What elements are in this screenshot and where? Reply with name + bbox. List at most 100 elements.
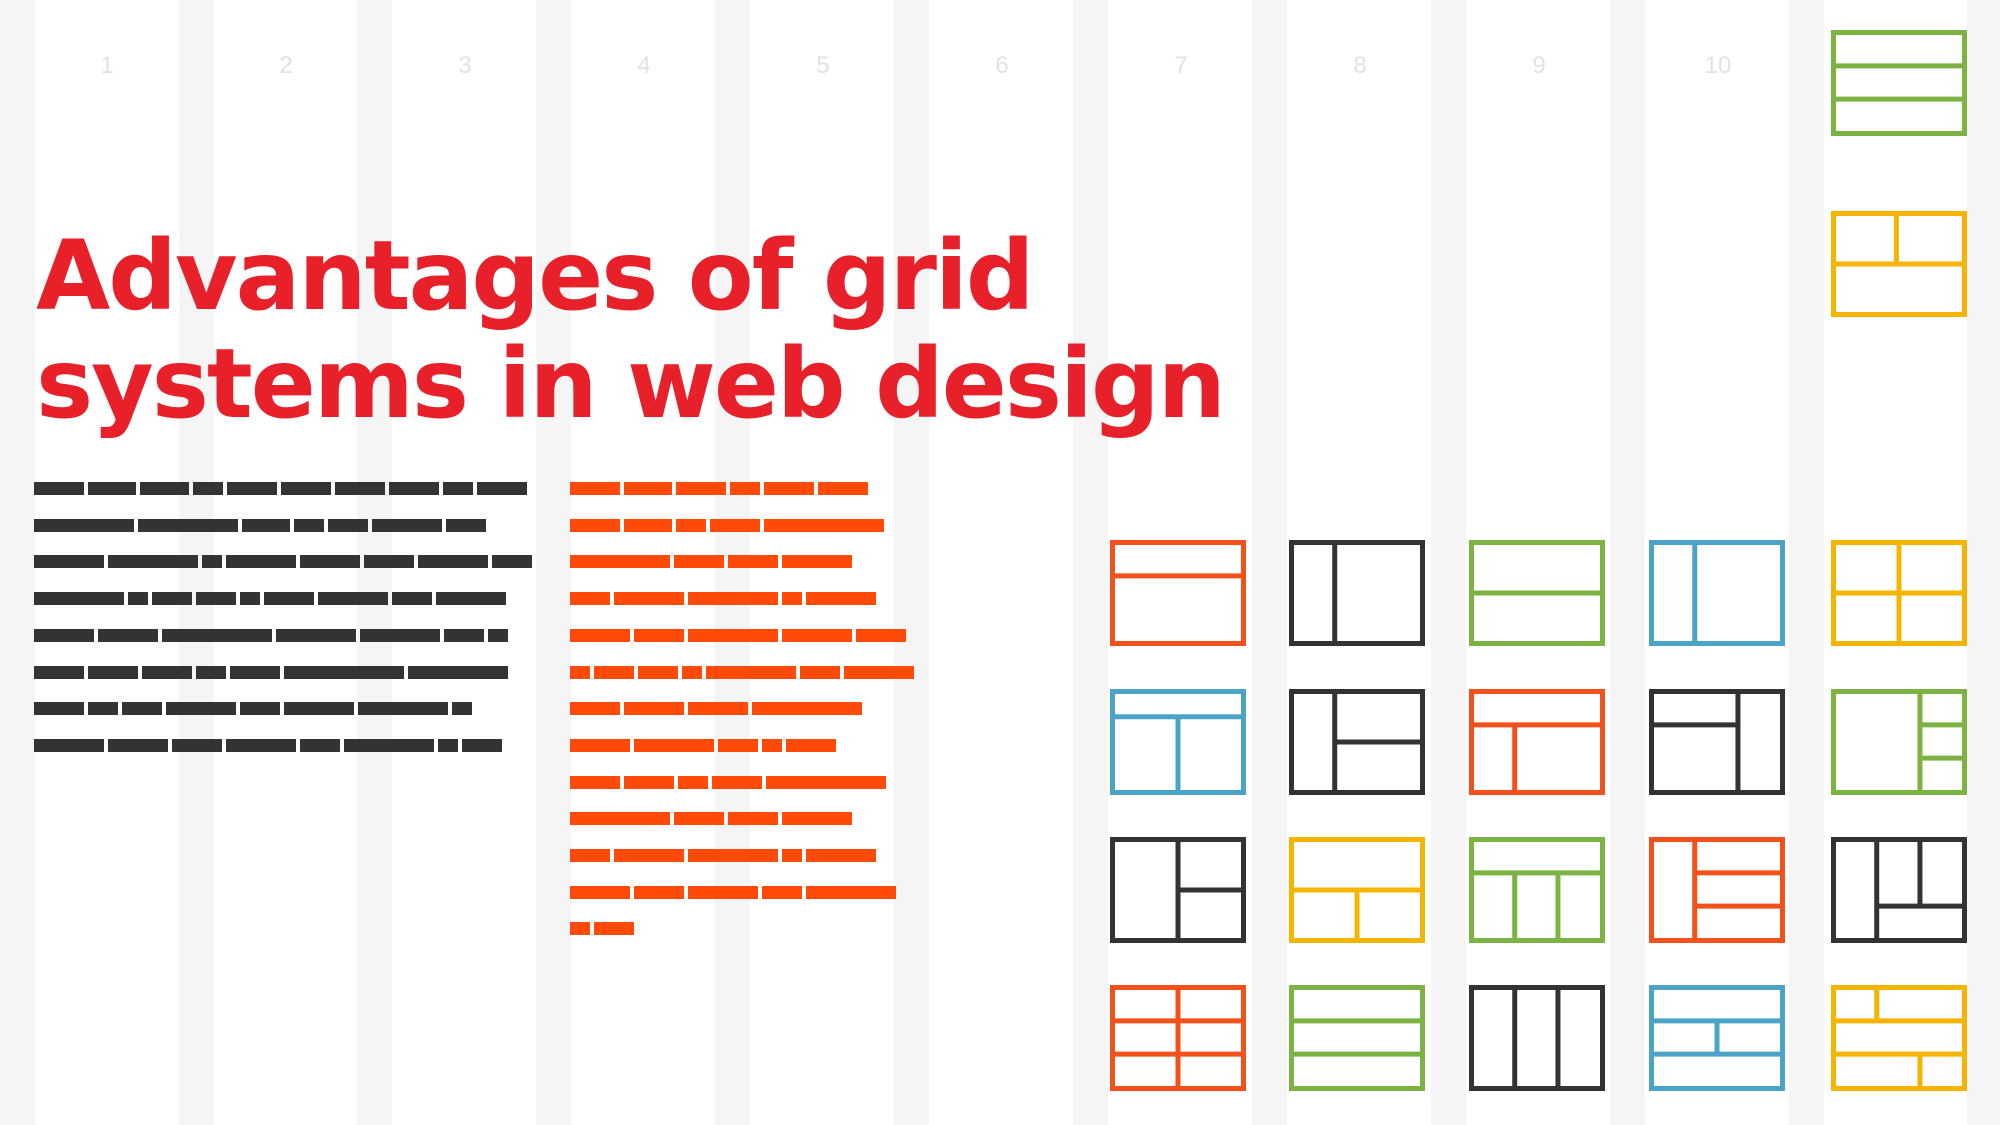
text-bar (344, 738, 434, 752)
text-bar (230, 665, 280, 679)
text-bar (34, 702, 84, 716)
text-bar (570, 738, 630, 752)
right-sidebar-stack-layout-icon (1831, 689, 1967, 795)
text-bar (624, 482, 672, 495)
text-bar (162, 628, 272, 642)
text-bar (108, 555, 198, 569)
text-bar (122, 702, 162, 716)
text-bar (570, 885, 630, 899)
text-bar (688, 849, 778, 862)
text-bar (570, 922, 590, 936)
text-bar (138, 518, 238, 532)
text-bar (364, 555, 414, 569)
three-rows-layout-icon (1289, 985, 1425, 1091)
text-bar (634, 738, 714, 752)
text-bar (674, 555, 724, 569)
column-gutter (1610, 0, 1645, 1125)
text-bar (392, 592, 432, 606)
text-bar (594, 665, 634, 679)
text-bar (242, 518, 290, 532)
text-bar (443, 482, 473, 495)
text-bar (782, 849, 802, 862)
text-bar (284, 665, 404, 679)
text-bar (240, 592, 260, 606)
text-bar (782, 592, 802, 606)
text-bar (140, 482, 189, 495)
text-bar (782, 628, 852, 642)
text-bar (728, 812, 778, 826)
three-rows-layout-icon (1831, 30, 1967, 136)
text-bar (318, 592, 388, 606)
text-bar (806, 885, 896, 899)
text-bar (764, 518, 884, 532)
column-gutter (1431, 0, 1466, 1125)
text-bar (782, 555, 852, 569)
text-bar (766, 775, 886, 789)
text-bar (389, 482, 439, 495)
page-title: Advantages of grid systems in web design (36, 222, 1226, 438)
column-gutter (1967, 0, 2000, 1125)
text-bar (800, 665, 840, 679)
column-number: 2 (279, 52, 293, 79)
text-bar (624, 775, 674, 789)
column-number: 9 (1532, 52, 1546, 79)
text-bar (710, 518, 760, 532)
text-bar (446, 518, 486, 532)
text-bar (227, 482, 277, 495)
text-bar (98, 628, 158, 642)
column-gutter (1252, 0, 1287, 1125)
text-bar (281, 482, 331, 495)
text-bar (676, 518, 706, 532)
text-bar (34, 555, 104, 569)
text-bar (226, 738, 296, 752)
split-left-sidebar-layout-icon (1649, 689, 1785, 795)
text-bar (226, 555, 296, 569)
text-bar (728, 555, 778, 569)
text-bar (786, 738, 836, 752)
column-gutter (1789, 0, 1824, 1125)
text-bar (688, 702, 748, 716)
text-bar (438, 738, 458, 752)
column-gutter (536, 0, 571, 1125)
column-gutter (1073, 0, 1108, 1125)
text-bar (570, 555, 670, 569)
text-bar (712, 775, 762, 789)
text-bar (34, 482, 84, 495)
text-bar (284, 702, 354, 716)
text-bar (718, 738, 758, 752)
three-rows-split-layout-icon (1649, 985, 1785, 1091)
text-bar (276, 628, 356, 642)
text-bar (34, 665, 84, 679)
text-bar (806, 592, 876, 606)
brick-layout-icon (1831, 985, 1967, 1091)
text-bar (624, 702, 684, 716)
text-bar (436, 592, 506, 606)
header-split-footer-layout-icon (1289, 837, 1425, 943)
text-bar (166, 702, 236, 716)
text-bar (624, 518, 672, 532)
header-three-column-layout-icon (1469, 837, 1605, 943)
text-bar (408, 665, 508, 679)
text-bar (452, 702, 472, 716)
text-bar (570, 482, 620, 495)
text-bar (856, 628, 906, 642)
three-column-layout-icon (1469, 985, 1605, 1091)
text-bar (88, 482, 136, 495)
sidebar-three-rows-layout-icon (1649, 837, 1785, 943)
text-bar (594, 922, 634, 936)
column-number: 8 (1353, 52, 1367, 79)
text-bar (34, 592, 124, 606)
column-number: 3 (458, 52, 472, 79)
text-bar (570, 849, 610, 862)
column-number: 6 (995, 52, 1009, 79)
text-bar (676, 482, 726, 495)
text-bar (34, 628, 94, 642)
text-bar (34, 738, 104, 752)
text-bar (172, 738, 222, 752)
text-bar (328, 518, 368, 532)
text-bar (682, 665, 702, 679)
text-bar (462, 738, 502, 752)
text-bar (492, 555, 532, 569)
text-bar (570, 592, 610, 606)
text-bar (570, 812, 670, 826)
